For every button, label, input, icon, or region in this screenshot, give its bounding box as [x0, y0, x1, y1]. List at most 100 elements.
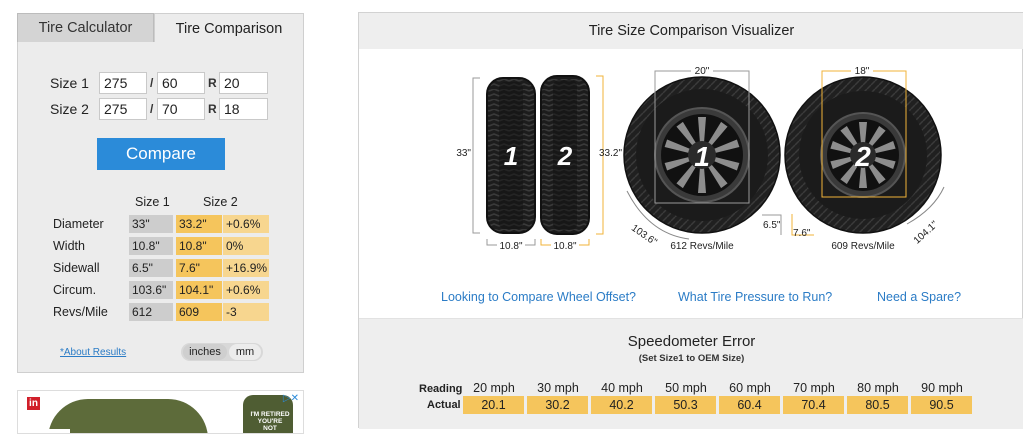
row-label: Width	[53, 239, 85, 253]
row-label: Circum.	[53, 283, 97, 297]
tab-tire-calculator[interactable]: Tire Calculator	[17, 13, 154, 42]
row-label: Revs/Mile	[53, 305, 108, 319]
difference-value: +0.6%	[223, 281, 269, 299]
side-tire-2-number: 2	[854, 141, 871, 172]
size1-value: 33"	[129, 215, 173, 233]
link-compare-wheel-offset[interactable]: Looking to Compare Wheel Offset?	[441, 290, 636, 304]
size2-aspect-input[interactable]: 70	[157, 98, 205, 120]
size2-value: 609	[176, 303, 222, 321]
size2-value: 104.1"	[176, 281, 222, 299]
visualizer-title: Tire Size Comparison Visualizer	[359, 13, 1023, 49]
side-tire-2-revs-label: 609 Revs/Mile	[831, 241, 895, 252]
about-results-link[interactable]: *About Results	[60, 347, 126, 358]
reading-value: 50 mph	[665, 381, 707, 395]
side-tire-1-revs-label: 612 Revs/Mile	[670, 241, 734, 252]
size1-width-input[interactable]: 275	[99, 72, 147, 94]
width-2-label: 10.8"	[553, 241, 576, 252]
speedometer-title: Speedometer Error	[627, 333, 756, 350]
side-tire-2-sidewall-label: 7.6"	[793, 228, 811, 239]
actual-value: 80.5	[847, 396, 908, 414]
ad-shirt-patch	[40, 429, 70, 433]
results-header-size1: Size 1	[135, 195, 170, 209]
size1-slash: /	[150, 76, 154, 90]
reading-value: 70 mph	[793, 381, 835, 395]
tread-view-tire-2: 2	[540, 75, 590, 235]
actual-value: 90.5	[911, 396, 972, 414]
size1-value: 6.5"	[129, 259, 173, 277]
difference-value: -3	[223, 303, 269, 321]
reading-value: 80 mph	[857, 381, 899, 395]
reading-value: 40 mph	[601, 381, 643, 395]
row-label: Sidewall	[53, 261, 100, 275]
size1-aspect-input[interactable]: 60	[157, 72, 205, 94]
difference-value: +16.9%	[223, 259, 269, 277]
size2-value: 10.8"	[176, 237, 222, 255]
side-tire-1-sidewall-label: 6.5"	[763, 220, 781, 231]
size2-value: 33.2"	[176, 215, 222, 233]
actual-value: 60.4	[719, 396, 780, 414]
ad-choices-icon[interactable]: ▷✕	[283, 393, 299, 404]
reading-label: Reading	[419, 383, 463, 395]
row-label: Diameter	[53, 217, 104, 231]
difference-value: 0%	[223, 237, 269, 255]
actual-value: 50.3	[655, 396, 716, 414]
size2-width-input[interactable]: 275	[99, 98, 147, 120]
speedometer-subtitle: (Set Size1 to OEM Size)	[638, 353, 745, 364]
actual-value: 70.4	[783, 396, 844, 414]
calculator-panel: Size 1 275 / 60 R 20 Size 2 275 / 70 R 1…	[17, 42, 304, 373]
tab-tire-comparison[interactable]: Tire Comparison	[154, 13, 304, 43]
size1-value: 10.8"	[129, 237, 173, 255]
side-tire-1-rim-label: 20"	[695, 66, 710, 77]
size2-value: 7.6"	[176, 259, 222, 277]
tire-calculator: Tire Calculator Tire Comparison Size 1 2…	[17, 13, 304, 373]
side-tire-1-circumference-label: 103.6"	[629, 223, 659, 249]
height-1-label: 33"	[456, 148, 471, 159]
results-row-revs-per-mile: Revs/Mile 612 609 -3	[18, 303, 305, 321]
size1-label: Size 1	[50, 75, 89, 91]
side-tire-2-circumference-label: 104.1"	[912, 219, 941, 247]
results-row-width: Width 10.8" 10.8" 0%	[18, 237, 305, 255]
compare-button[interactable]: Compare	[97, 138, 225, 170]
reading-value: 60 mph	[729, 381, 771, 395]
unit-mm-option[interactable]: mm	[229, 344, 261, 360]
difference-value: +0.6%	[223, 215, 269, 233]
tread-tire-1-number: 1	[504, 141, 518, 171]
tread-tire-2-number: 2	[557, 141, 573, 171]
ad-shirt-text: I'M RETIRED YOU'RE NOT	[250, 411, 290, 432]
ad-shirt-image[interactable]	[48, 399, 208, 433]
size1-rim-letter: R	[208, 76, 217, 90]
size1-value: 612	[129, 303, 173, 321]
size2-rim-input[interactable]: 18	[219, 98, 268, 120]
ad-badge-icon: in	[27, 397, 40, 410]
unit-toggle[interactable]: inches mm	[181, 343, 263, 361]
side-tire-2-rim-label: 18"	[855, 66, 870, 77]
size2-slash: /	[150, 102, 154, 116]
reading-value: 20 mph	[473, 381, 515, 395]
actual-value: 30.2	[527, 396, 588, 414]
size2-label: Size 2	[50, 101, 89, 117]
link-tire-pressure[interactable]: What Tire Pressure to Run?	[678, 290, 832, 304]
results-row-sidewall: Sidewall 6.5" 7.6" +16.9%	[18, 259, 305, 277]
advertisement[interactable]: in I'M RETIRED YOU'RE NOT ▷✕	[17, 390, 304, 434]
actual-label: Actual	[427, 399, 461, 411]
side-tire-1-number: 1	[694, 141, 710, 172]
size1-rim-input[interactable]: 20	[219, 72, 268, 94]
tire-visualizer: Tire Size Comparison Visualizer 1 2 33" …	[358, 12, 1023, 429]
results-header-size2: Size 2	[203, 195, 238, 209]
speedometer-error-panel: Speedometer Error (Set Size1 to OEM Size…	[359, 318, 1023, 429]
tread-view-tire-1: 1	[486, 77, 536, 234]
side-view-tire-2: 2 18" 7.6" 104.1" 609 Revs/Mile	[784, 64, 945, 252]
actual-value: 20.1	[463, 396, 524, 414]
height-2-label: 33.2"	[599, 148, 622, 159]
reading-value: 90 mph	[921, 381, 963, 395]
size1-value: 103.6"	[129, 281, 173, 299]
link-need-spare[interactable]: Need a Spare?	[877, 290, 961, 304]
visualizer-drawing: 1 2 33" 33.2" 10.8" 10.8" 1 20" 6.5" 103…	[456, 64, 945, 252]
side-view-tire-1: 1 20" 6.5" 103.6" 612 Revs/Mile	[623, 64, 782, 252]
unit-inches-option[interactable]: inches	[183, 344, 227, 360]
reading-value: 30 mph	[537, 381, 579, 395]
width-1-label: 10.8"	[499, 241, 522, 252]
results-row-diameter: Diameter 33" 33.2" +0.6%	[18, 215, 305, 233]
results-row-circumference: Circum. 103.6" 104.1" +0.6%	[18, 281, 305, 299]
actual-value: 40.2	[591, 396, 652, 414]
